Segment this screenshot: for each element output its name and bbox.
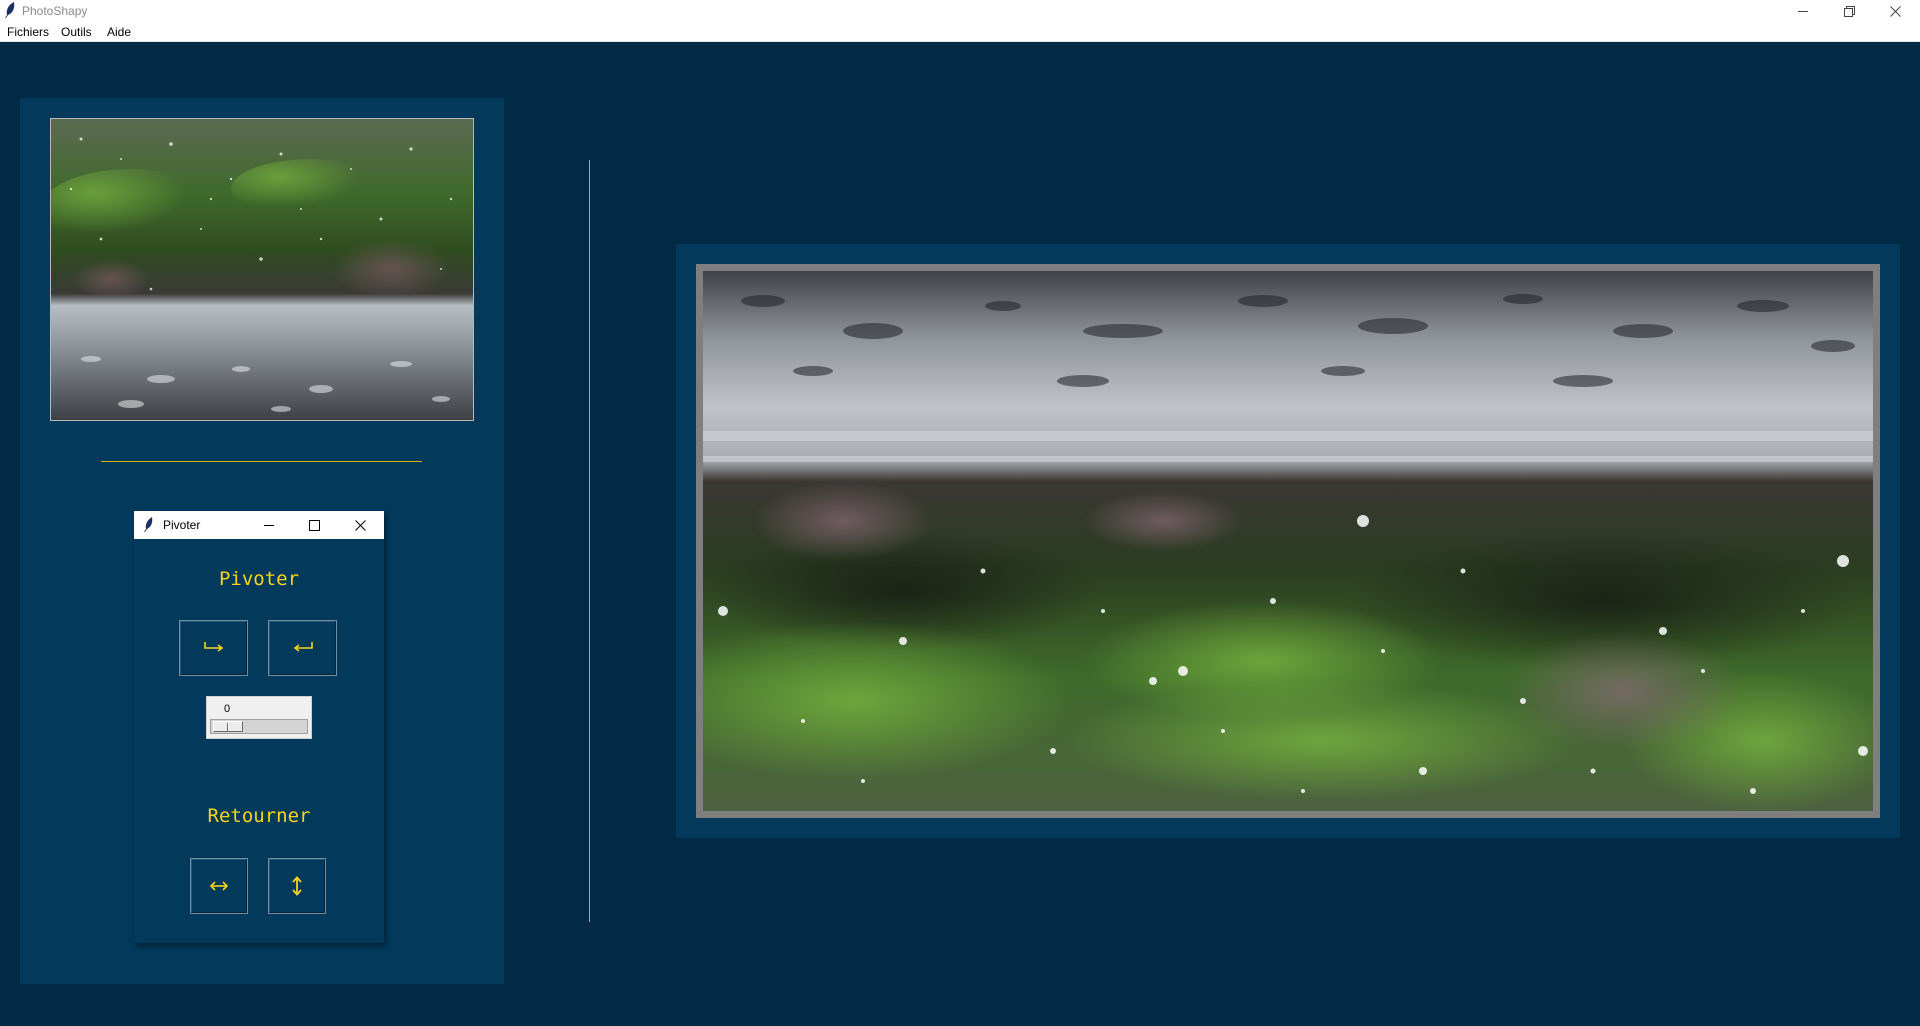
app-title-bar: PhotoShapy (0, 0, 1920, 22)
minimize-icon (1797, 10, 1808, 12)
edited-image (703, 271, 1873, 811)
main-image-frame (696, 264, 1880, 818)
restore-icon (1843, 5, 1855, 17)
close-icon (1889, 5, 1901, 17)
tool-close-button[interactable] (340, 511, 380, 539)
scale-trough[interactable] (210, 719, 308, 734)
rotate-left-icon (293, 642, 313, 652)
main-image-panel (676, 244, 1900, 838)
menu-bar: Fichiers Outils Aide (0, 22, 1920, 42)
rain-photo-flipped (703, 271, 1873, 811)
minimize-button[interactable] (1780, 0, 1826, 22)
flip-horizontal-icon (210, 881, 228, 891)
vertical-divider (589, 160, 590, 922)
maximize-icon (308, 519, 320, 531)
pivoter-tool-window: Pivoter Pivoter 0 Retourner (134, 511, 384, 943)
minimize-icon (263, 524, 274, 526)
rotation-angle-scale[interactable]: 0 (206, 696, 312, 739)
flip-section-title: Retourner (207, 805, 311, 827)
menu-outils[interactable]: Outils (60, 25, 93, 39)
horizontal-divider (101, 461, 422, 462)
tool-window-title-bar[interactable]: Pivoter (134, 511, 384, 539)
feather-icon (5, 2, 15, 18)
tool-maximize-button[interactable] (294, 511, 334, 539)
menu-aide[interactable]: Aide (106, 25, 132, 39)
left-panel: Pivoter Pivoter 0 Retourner (20, 98, 504, 984)
flip-vertical-button[interactable] (268, 858, 326, 914)
flip-horizontal-button[interactable] (190, 858, 248, 914)
rotate-right-button[interactable] (179, 620, 248, 676)
original-image-thumbnail (50, 118, 474, 421)
scale-slider-handle[interactable] (213, 721, 243, 732)
rotate-section-title: Pivoter (218, 568, 300, 590)
rain-photo-thumbnail (51, 119, 473, 420)
close-button[interactable] (1872, 0, 1918, 22)
app-title: PhotoShapy (22, 4, 88, 18)
rotation-angle-value: 0 (224, 703, 231, 715)
close-icon (354, 519, 366, 531)
restore-button[interactable] (1826, 0, 1872, 22)
flip-vertical-icon (292, 876, 302, 896)
rotate-right-icon (203, 642, 223, 652)
feather-icon (144, 517, 153, 532)
rotate-left-button[interactable] (268, 620, 337, 676)
menu-fichiers[interactable]: Fichiers (6, 25, 50, 39)
tool-minimize-button[interactable] (249, 511, 289, 539)
tool-window-title: Pivoter (163, 518, 201, 532)
